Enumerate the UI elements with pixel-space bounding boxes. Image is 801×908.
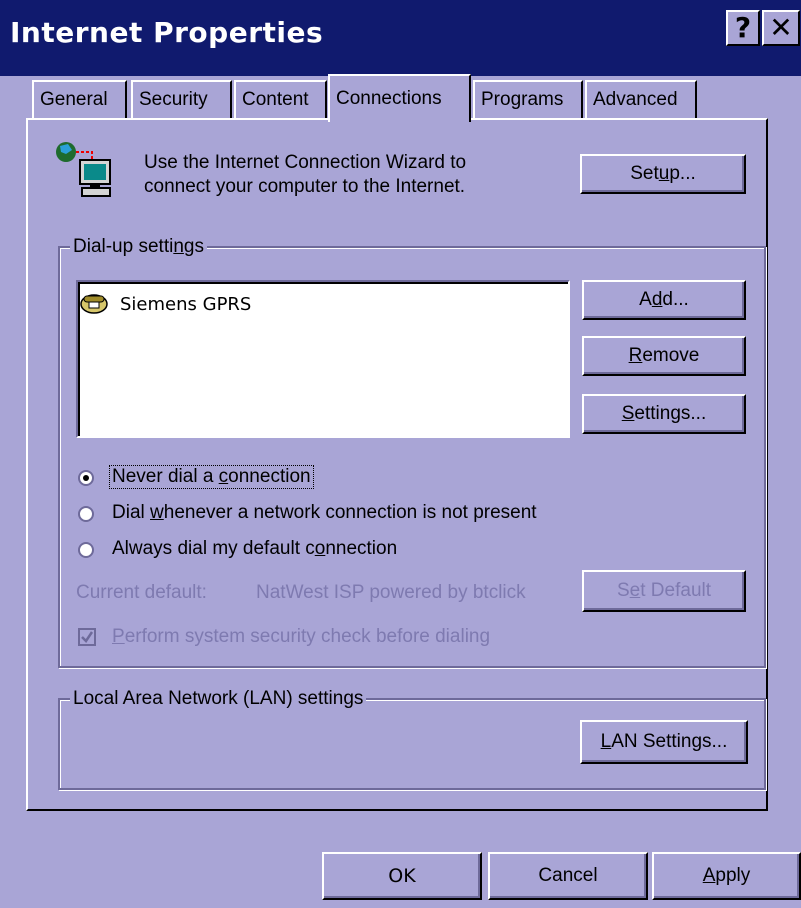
window-title: Internet Properties <box>10 16 324 49</box>
opt1-post: henever a network connection is not pres… <box>163 502 537 523</box>
lan-accel: L <box>600 731 612 752</box>
dialup-label-accel: n <box>173 236 184 257</box>
tab-programs[interactable]: Programs <box>473 80 583 118</box>
settings-label-accel: S <box>621 403 635 424</box>
dialup-label-pre: Dial-up setti <box>73 236 174 257</box>
tab-security[interactable]: Security <box>131 80 232 118</box>
lan-post: AN Settings... <box>611 731 728 752</box>
radio-dial-whenever-label[interactable]: Dial whenever a network connection is no… <box>112 502 537 524</box>
wizard-text-line1: Use the Internet Connection Wizard to <box>144 152 467 173</box>
tab-advanced[interactable]: Advanced <box>585 80 697 118</box>
sec-post: erform system security check before dial… <box>124 626 491 647</box>
tab-content[interactable]: Content <box>234 80 327 118</box>
network-computer-icon <box>56 142 111 197</box>
opt2-pre: Always dial my default c <box>112 538 315 559</box>
tab-general[interactable]: General <box>32 80 127 118</box>
remove-label-accel: R <box>628 345 643 366</box>
close-button[interactable]: ✕ <box>762 10 800 46</box>
lan-settings-button[interactable]: L AN Settings... <box>580 720 748 764</box>
checkmark-icon <box>81 631 94 643</box>
lan-group-label: Local Area Network (LAN) settings <box>70 688 367 710</box>
setup-label-pre: Set <box>630 163 659 184</box>
opt0-pre: Never dial a <box>112 466 219 487</box>
remove-button[interactable]: Remove <box>582 336 746 376</box>
opt1-pre: Dial <box>112 502 151 523</box>
settings-label-post: ettings... <box>634 403 707 424</box>
setup-label-post: p... <box>669 163 696 184</box>
remove-label-post: emove <box>642 345 700 366</box>
add-label-post: d... <box>662 289 689 310</box>
phone-icon <box>80 294 108 314</box>
settings-button[interactable]: Settings... <box>582 394 746 434</box>
opt1-accel: w <box>150 502 164 523</box>
setdef-post: t Default <box>640 580 712 601</box>
radio-dial-whenever[interactable] <box>78 506 94 522</box>
radio-never-dial[interactable] <box>78 470 94 486</box>
opt2-accel: o <box>314 538 326 559</box>
security-check-checkbox[interactable] <box>78 628 96 646</box>
radio-never-dial-label[interactable]: Never dial a connection <box>109 465 314 489</box>
apply-accel: A <box>702 865 716 886</box>
opt2-post: nnection <box>325 538 398 559</box>
opt0-post: onnection <box>228 466 311 487</box>
setdef-pre: S <box>616 580 630 601</box>
apply-button[interactable]: Apply <box>652 852 801 900</box>
tab-connections[interactable]: Connections <box>328 74 471 122</box>
current-default-value: NatWest ISP powered by btclick <box>256 582 526 603</box>
sec-accel: P <box>112 626 125 647</box>
radio-dot <box>83 475 89 481</box>
setup-label-accel: u <box>658 163 670 184</box>
cancel-button[interactable]: Cancel <box>488 852 648 900</box>
dialup-label-post: gs <box>183 236 204 257</box>
dialup-group-label: Dial-up settings <box>70 236 207 258</box>
security-check-label[interactable]: Perform system security check before dia… <box>112 626 490 648</box>
wizard-text-line2: connect your computer to the Internet. <box>144 176 466 197</box>
help-button[interactable]: ? <box>726 10 760 46</box>
radio-always-dial[interactable] <box>78 542 94 558</box>
apply-post: pply <box>715 865 751 886</box>
add-label-pre: A <box>639 289 652 310</box>
add-button[interactable]: Ad d... <box>582 280 746 320</box>
setup-button[interactable]: Set u p... <box>580 154 746 194</box>
add-label-accel: d <box>651 289 663 310</box>
current-default-label: Current default: <box>76 582 207 603</box>
opt0-accel: c <box>218 466 229 487</box>
radio-always-dial-label[interactable]: Always dial my default connection <box>112 538 397 560</box>
ok-button[interactable]: OK <box>322 852 482 900</box>
list-item[interactable]: Siemens GPRS <box>120 294 251 315</box>
set-default-button[interactable]: Set Default <box>582 570 746 612</box>
setdef-accel: e <box>629 580 641 601</box>
